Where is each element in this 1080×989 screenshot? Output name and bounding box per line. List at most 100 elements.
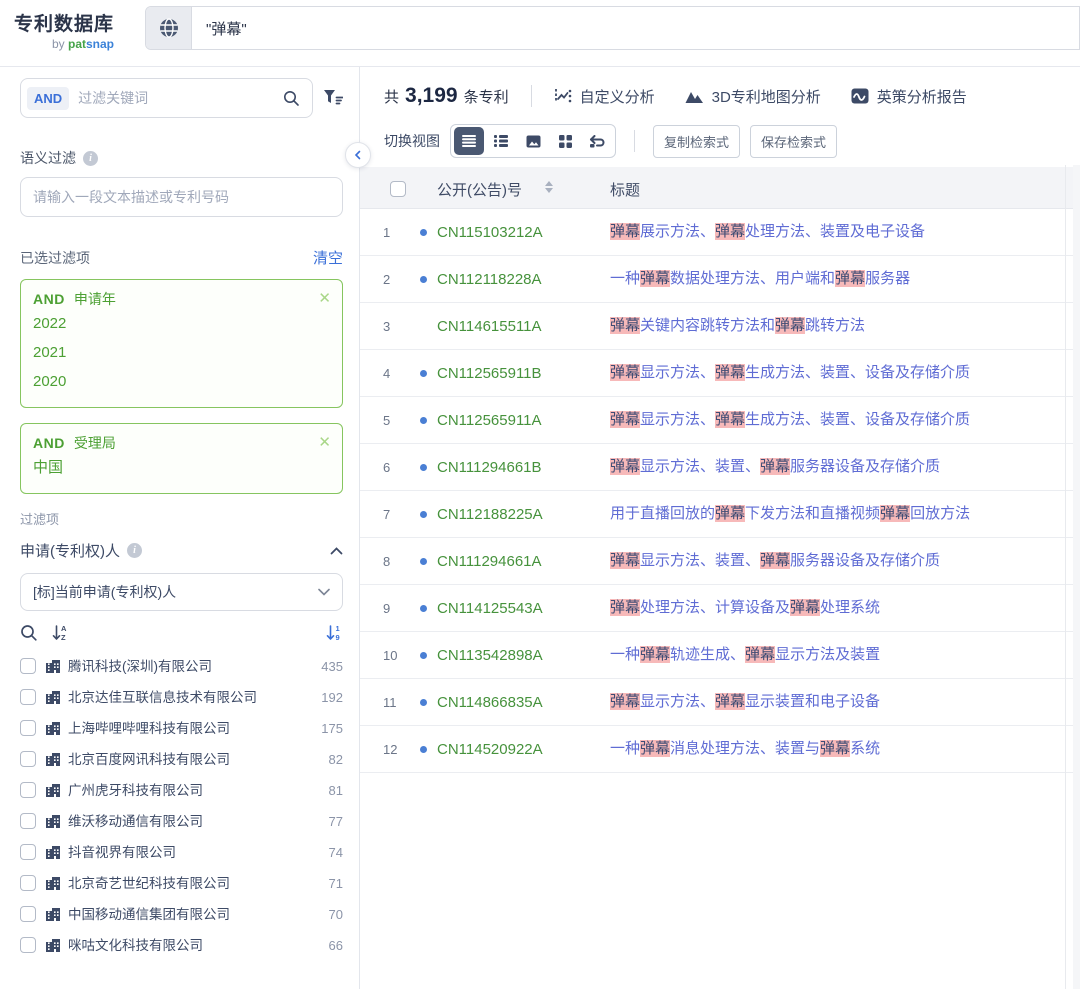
sort-alpha-icon[interactable]: AZ xyxy=(52,624,69,642)
select-all-checkbox[interactable] xyxy=(390,181,406,197)
patent-number-link[interactable]: CN111294661B xyxy=(437,459,610,476)
global-search-bar[interactable]: "弹幕" xyxy=(145,6,1080,50)
filter-value[interactable]: 2022 xyxy=(33,309,330,338)
company-checkbox[interactable] xyxy=(20,751,36,767)
patent-title-link[interactable]: 用于直播回放的弹幕下发方法和直播视频弹幕回放方法 xyxy=(610,499,1042,529)
table-row[interactable]: 8CN111294661A弹幕显示方法、装置、弹幕服务器设备及存储介质 xyxy=(360,538,1080,585)
patent-title-link[interactable]: 弹幕关键内容跳转方法和弹幕跳转方法 xyxy=(610,311,1042,341)
filter-value[interactable]: 2020 xyxy=(33,367,330,396)
table-row[interactable]: 7CN112188225A用于直播回放的弹幕下发方法和直播视频弹幕回放方法 xyxy=(360,491,1080,538)
sort-count-icon[interactable]: 19 xyxy=(326,624,343,642)
table-row[interactable]: 4CN112565911B弹幕显示方法、弹幕生成方法、装置、设备及存储介质 xyxy=(360,350,1080,397)
search-query[interactable]: "弹幕" xyxy=(192,18,247,39)
patent-title-link[interactable]: 一种弹幕数据处理方法、用户端和弹幕服务器 xyxy=(610,264,1042,294)
company-filter-item[interactable]: 维沃移动通信有限公司77 xyxy=(20,806,343,837)
remove-filter-icon[interactable]: ✕ xyxy=(318,289,331,307)
action-label: 自定义分析 xyxy=(580,86,655,107)
company-checkbox[interactable] xyxy=(20,906,36,922)
patent-title-link[interactable]: 一种弹幕消息处理方法、装置与弹幕系统 xyxy=(610,734,1042,764)
row-index: 2 xyxy=(383,272,409,287)
table-row[interactable]: 11CN114866835A弹幕显示方法、弹幕显示装置和电子设备 xyxy=(360,679,1080,726)
company-filter-item[interactable]: 广州虎牙科技有限公司81 xyxy=(20,775,343,806)
grid-view-icon[interactable] xyxy=(550,127,580,155)
chevron-up-icon[interactable] xyxy=(330,547,343,555)
table-row[interactable]: 10CN113542898A一种弹幕轨迹生成、弹幕显示方法及装置 xyxy=(360,632,1080,679)
patent-number-link[interactable]: CN113542898A xyxy=(437,647,610,664)
collapse-sidebar-button[interactable] xyxy=(345,142,371,168)
patent-number-link[interactable]: CN112118228A xyxy=(437,271,610,288)
row-index: 6 xyxy=(383,460,409,475)
building-icon xyxy=(36,843,68,859)
patent-title-link[interactable]: 弹幕显示方法、装置、弹幕服务器设备及存储介质 xyxy=(610,546,1042,576)
bullet-list-view-icon[interactable] xyxy=(486,127,516,155)
table-row[interactable]: 12CN114520922A一种弹幕消息处理方法、装置与弹幕系统 xyxy=(360,726,1080,773)
patent-number-link[interactable]: CN112565911A xyxy=(437,412,610,429)
company-filter-item[interactable]: 中国移动通信集团有限公司70 xyxy=(20,899,343,930)
info-icon[interactable]: i xyxy=(83,151,98,166)
save-query-button[interactable]: 保存检索式 xyxy=(750,125,837,158)
company-checkbox[interactable] xyxy=(20,844,36,860)
remove-filter-icon[interactable]: ✕ xyxy=(318,433,331,451)
company-checkbox[interactable] xyxy=(20,875,36,891)
keyword-filter-input[interactable]: AND 过滤关键词 xyxy=(20,78,313,118)
patent-number-link[interactable]: CN112188225A xyxy=(437,506,610,523)
table-row[interactable]: 3CN114615511A弹幕关键内容跳转方法和弹幕跳转方法 xyxy=(360,303,1080,350)
table-row[interactable]: 1CN115103212A弹幕展示方法、弹幕处理方法、装置及电子设备 xyxy=(360,209,1080,256)
search-icon[interactable] xyxy=(283,90,300,107)
patent-title-link[interactable]: 弹幕展示方法、弹幕处理方法、装置及电子设备 xyxy=(610,217,1042,247)
filter-funnel-icon[interactable] xyxy=(323,89,343,107)
company-filter-item[interactable]: 腾讯科技(深圳)有限公司435 xyxy=(20,651,343,682)
company-filter-item[interactable]: 上海哔哩哔哩科技有限公司175 xyxy=(20,713,343,744)
semantic-filter-input[interactable]: 请输入一段文本描述或专利号码 xyxy=(20,177,343,217)
company-filter-item[interactable]: 抖音视界有限公司74 xyxy=(20,837,343,868)
patent-number-link[interactable]: CN111294661A xyxy=(437,553,610,570)
custom-analysis-button[interactable]: 自定义分析 xyxy=(554,86,655,107)
logo[interactable]: 专利数据库 by patsnap xyxy=(14,9,114,51)
filter-value[interactable]: 2021 xyxy=(33,338,330,367)
search-scope-button[interactable] xyxy=(146,7,192,49)
company-filter-item[interactable]: 咪咕文化科技有限公司66 xyxy=(20,930,343,961)
operator-chip[interactable]: AND xyxy=(27,87,69,110)
company-filter-item[interactable]: 北京百度网讯科技有限公司82 xyxy=(20,744,343,775)
row-status-dot xyxy=(409,464,437,471)
patent-number-link[interactable]: CN112565911B xyxy=(437,365,610,382)
map-3d-analysis-button[interactable]: 3D专利地图分析 xyxy=(685,86,821,107)
list-view-icon[interactable] xyxy=(454,127,484,155)
company-checkbox[interactable] xyxy=(20,658,36,674)
custom-layout-view-icon[interactable] xyxy=(582,127,612,155)
patent-title-link[interactable]: 弹幕显示方法、弹幕生成方法、装置、设备及存储介质 xyxy=(610,405,1042,435)
image-view-icon[interactable] xyxy=(518,127,548,155)
patent-number-link[interactable]: CN114520922A xyxy=(437,741,610,758)
company-checkbox[interactable] xyxy=(20,720,36,736)
info-icon[interactable]: i xyxy=(127,543,142,558)
patent-number-link[interactable]: CN114866835A xyxy=(437,694,610,711)
patent-title-link[interactable]: 弹幕显示方法、弹幕生成方法、装置、设备及存储介质 xyxy=(610,358,1042,388)
patent-number-link[interactable]: CN114615511A xyxy=(437,318,610,335)
report-analysis-button[interactable]: 英策分析报告 xyxy=(851,86,967,107)
applicant-type-select[interactable]: [标]当前申请(专利权)人 xyxy=(20,573,343,611)
company-count: 435 xyxy=(321,657,343,676)
patent-title-link[interactable]: 弹幕处理方法、计算设备及弹幕处理系统 xyxy=(610,593,1042,623)
patent-title-link[interactable]: 弹幕显示方法、弹幕显示装置和电子设备 xyxy=(610,687,1042,717)
table-row[interactable]: 5CN112565911A弹幕显示方法、弹幕生成方法、装置、设备及存储介质 xyxy=(360,397,1080,444)
sort-arrows-icon[interactable] xyxy=(545,181,553,193)
company-checkbox[interactable] xyxy=(20,937,36,953)
table-row[interactable]: 6 CN111294661B弹幕显示方法、装置、弹幕服务器设备及存储介质 xyxy=(360,444,1080,491)
company-checkbox[interactable] xyxy=(20,813,36,829)
patent-title-link[interactable]: 弹幕显示方法、装置、弹幕服务器设备及存储介质 xyxy=(610,452,1042,482)
patent-number-link[interactable]: CN115103212A xyxy=(437,224,610,241)
patent-number-link[interactable]: CN114125543A xyxy=(437,600,610,617)
table-row[interactable]: 9CN114125543A弹幕处理方法、计算设备及弹幕处理系统 xyxy=(360,585,1080,632)
scroll-strip[interactable] xyxy=(1073,165,1080,989)
table-row[interactable]: 2 CN112118228A一种弹幕数据处理方法、用户端和弹幕服务器 xyxy=(360,256,1080,303)
copy-query-button[interactable]: 复制检索式 xyxy=(653,125,740,158)
company-checkbox[interactable] xyxy=(20,782,36,798)
company-filter-item[interactable]: 北京达佳互联信息技术有限公司192 xyxy=(20,682,343,713)
clear-filters-link[interactable]: 清空 xyxy=(313,247,343,268)
column-header-number[interactable]: 公开(公告)号 xyxy=(437,179,522,200)
patent-title-link[interactable]: 一种弹幕轨迹生成、弹幕显示方法及装置 xyxy=(610,640,1042,670)
filter-value[interactable]: 中国 xyxy=(33,453,330,482)
company-filter-item[interactable]: 北京奇艺世纪科技有限公司71 xyxy=(20,868,343,899)
company-checkbox[interactable] xyxy=(20,689,36,705)
company-search-icon[interactable] xyxy=(20,624,38,642)
